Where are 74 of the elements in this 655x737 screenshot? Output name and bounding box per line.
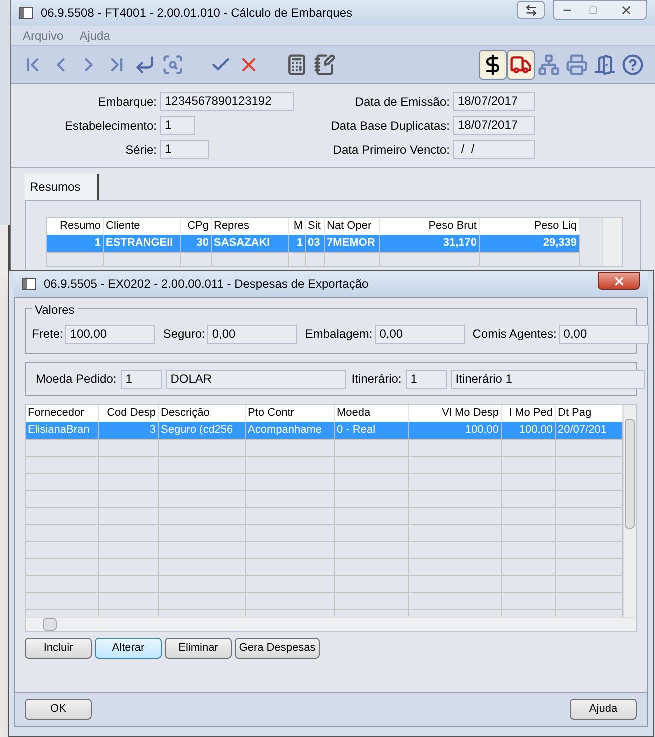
search-icon bbox=[162, 54, 184, 76]
toolbar-button[interactable] bbox=[479, 50, 507, 80]
field-label: Embalagem: bbox=[305, 326, 373, 343]
table-cell: SASAZAKI bbox=[212, 235, 289, 252]
table-cell: 03 bbox=[306, 235, 325, 252]
field-label: Série: bbox=[124, 142, 157, 158]
text-field[interactable]: 1 bbox=[160, 116, 195, 135]
horizontal-scrollbar[interactable] bbox=[26, 617, 636, 631]
text-field[interactable]: 0,00 bbox=[207, 324, 298, 344]
table-cell: 7MEMOR bbox=[325, 235, 380, 252]
table-cell: Acompanhame bbox=[246, 422, 335, 439]
push-button[interactable]: Incluir bbox=[25, 638, 92, 659]
window-title: 06.9.5508 - FT4001 - 2.00.01.010 - Cálculo de Embarques bbox=[41, 5, 353, 22]
calculator-icon bbox=[286, 54, 308, 76]
field-label: Estabelecimento: bbox=[64, 118, 157, 134]
field-label: Comis Agentes: bbox=[472, 326, 557, 343]
vertical-scrollbar[interactable] bbox=[623, 405, 636, 617]
close-icon bbox=[612, 274, 626, 288]
table-cell: 3 bbox=[99, 422, 159, 439]
window-icon bbox=[22, 278, 36, 290]
door-icon bbox=[594, 54, 616, 76]
text-field[interactable]: 1 bbox=[160, 140, 209, 159]
notepad-icon bbox=[314, 54, 336, 76]
table-cell: ElisianaBran bbox=[26, 422, 99, 439]
help-icon bbox=[622, 54, 644, 76]
field-label: Itinerário: bbox=[352, 371, 402, 388]
push-button[interactable]: Alterar bbox=[95, 638, 162, 659]
table-cell: 0 - Real bbox=[335, 422, 409, 439]
text-field[interactable]: DOLAR bbox=[166, 370, 346, 388]
text-field[interactable]: 18/07/2017 bbox=[453, 92, 535, 111]
scrollbar-thumb[interactable] bbox=[43, 618, 57, 631]
table-cell: 100,00 bbox=[502, 422, 556, 439]
text-field[interactable]: 1234567890123192 bbox=[160, 92, 294, 111]
close-button[interactable] bbox=[598, 272, 640, 290]
resize-button[interactable] bbox=[517, 1, 545, 19]
table-cell: 1 bbox=[289, 235, 306, 252]
text-field[interactable]: / / bbox=[453, 140, 535, 159]
field-label: Frete: bbox=[32, 326, 64, 343]
push-button[interactable]: OK bbox=[25, 699, 92, 720]
close-icon bbox=[620, 4, 632, 16]
push-button[interactable]: Eliminar bbox=[165, 638, 232, 659]
field-label: Moeda Pedido: bbox=[36, 371, 117, 388]
table-cell: 1 bbox=[47, 235, 104, 252]
text-field[interactable]: 1 bbox=[120, 370, 162, 388]
text-field[interactable]: 0,00 bbox=[558, 324, 649, 344]
field-label: Data de Emissão: bbox=[354, 94, 450, 110]
table-cell: Seguro (cd256 bbox=[159, 422, 246, 439]
field-label: Data Base Duplicatas: bbox=[330, 118, 450, 134]
scrollbar-thumb[interactable] bbox=[625, 419, 635, 529]
table-cell: 100,00 bbox=[409, 422, 502, 439]
push-button[interactable]: Gera Despesas bbox=[235, 638, 320, 659]
table-cell: 31,170 bbox=[380, 235, 480, 252]
vertical-scrollbar[interactable] bbox=[602, 218, 622, 266]
maximize-icon bbox=[588, 6, 598, 14]
text-field[interactable]: 18/07/2017 bbox=[453, 116, 535, 135]
truck-icon bbox=[510, 54, 532, 76]
table-cell: 30 bbox=[181, 235, 212, 252]
field-label: Seguro: bbox=[163, 326, 206, 343]
resize-icon bbox=[524, 4, 538, 16]
window-title: 06.9.5505 - EX0202 - 2.00.00.011 - Despesas de Exportação bbox=[44, 276, 369, 293]
field-label: Data Primeiro Vencto: bbox=[332, 142, 450, 158]
tree-icon bbox=[538, 54, 560, 76]
table-cell: ESTRANGEII bbox=[104, 235, 181, 252]
window-icon bbox=[19, 7, 33, 19]
text-field[interactable]: 0,00 bbox=[374, 324, 465, 344]
text-field[interactable]: 1 bbox=[406, 370, 447, 388]
printer-icon bbox=[566, 54, 588, 76]
tab[interactable]: Resumos bbox=[25, 174, 99, 200]
table-cell: 29,339 bbox=[480, 235, 580, 252]
text-field[interactable]: Itinerário 1 bbox=[450, 370, 645, 388]
text-field[interactable]: 100,00 bbox=[65, 324, 156, 344]
field-label: Embarque: bbox=[97, 94, 157, 110]
enter-arrow-icon bbox=[134, 54, 156, 76]
push-button[interactable]: Ajuda bbox=[570, 699, 637, 720]
